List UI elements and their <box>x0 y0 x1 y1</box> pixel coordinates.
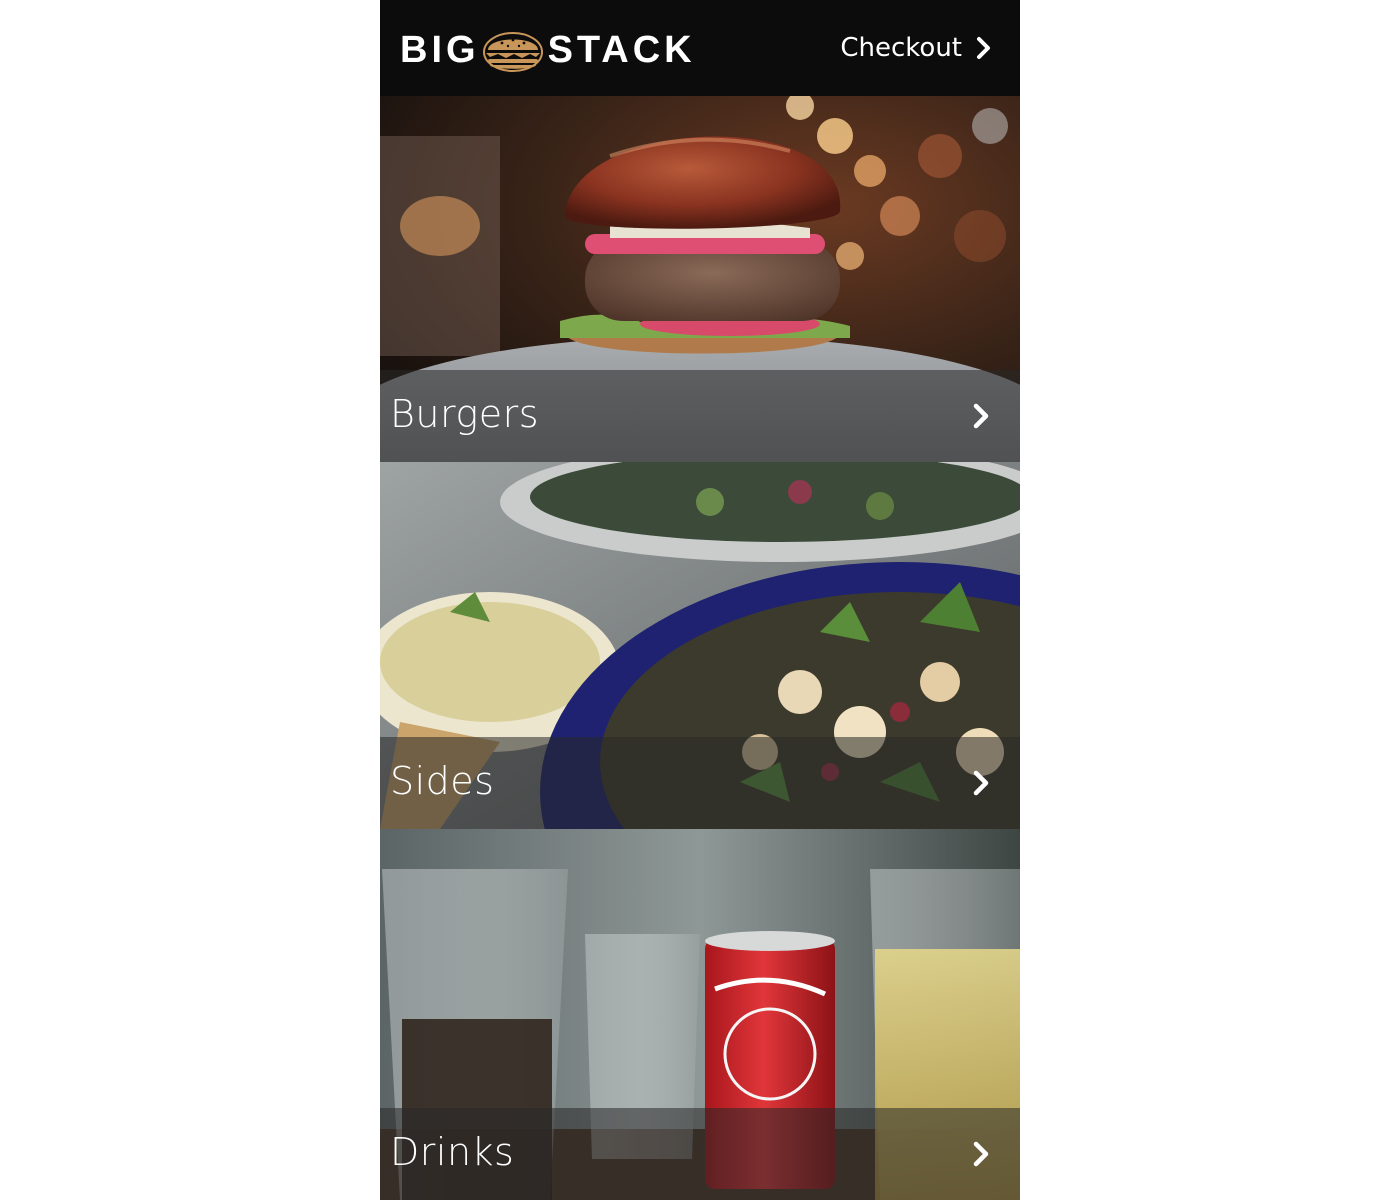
category-label: Sides <box>390 759 495 803</box>
category-drinks[interactable]: Drinks <box>380 829 1020 1200</box>
chevron-right-icon <box>973 1141 989 1167</box>
top-bar: BIG STACK Checkout <box>380 0 1020 96</box>
big-stack-logo[interactable]: BIG STACK <box>400 28 696 72</box>
chevron-right-icon <box>977 37 990 59</box>
category-label: Burgers <box>390 392 540 436</box>
category-label-bar: Burgers <box>380 370 1020 462</box>
category-label-bar: Drinks <box>380 1108 1020 1200</box>
category-burgers[interactable]: Burgers <box>380 96 1020 462</box>
logo-text-stack: STACK <box>547 28 696 71</box>
checkout-label: Checkout <box>840 33 962 63</box>
logo-text-big: BIG <box>400 28 480 71</box>
chevron-right-icon <box>973 403 989 429</box>
category-label: Drinks <box>390 1130 515 1174</box>
category-sides[interactable]: Sides <box>380 462 1020 829</box>
burger-icon <box>482 32 543 72</box>
app-screen: BIG STACK Checkout Burgers Sides Drinks <box>380 0 1020 1200</box>
chevron-right-icon <box>973 770 989 796</box>
checkout-button[interactable]: Checkout <box>840 28 992 68</box>
category-label-bar: Sides <box>380 737 1020 829</box>
